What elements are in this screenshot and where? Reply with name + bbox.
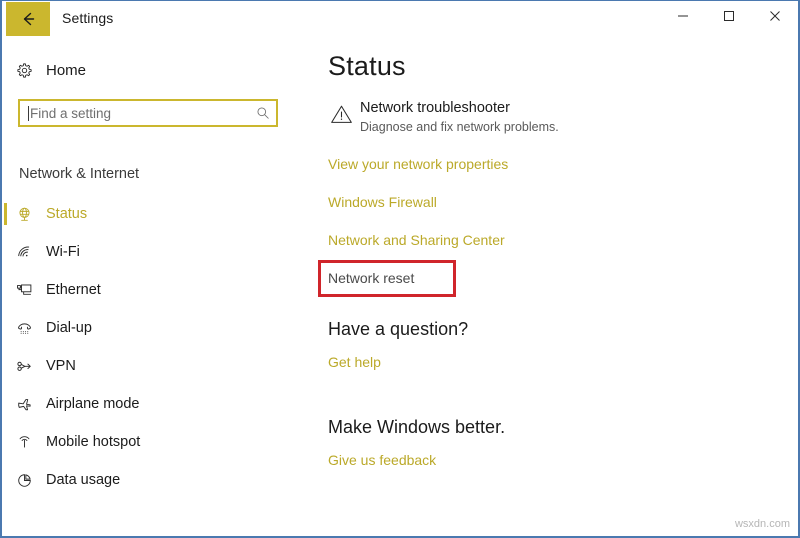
sidebar-item-vpn[interactable]: VPN: [2, 347, 302, 385]
globe-network-icon: [2, 206, 46, 223]
sidebar-item-airplane-mode[interactable]: Airplane mode: [2, 385, 302, 423]
sidebar: Home Network & Internet: [2, 38, 312, 536]
back-arrow-icon: [18, 9, 38, 29]
selection-indicator: [4, 241, 7, 263]
vpn-icon: [2, 358, 46, 375]
link-network-reset[interactable]: Network reset: [328, 270, 414, 286]
network-troubleshooter-text: Network troubleshooter Diagnose and fix …: [360, 98, 559, 136]
sidebar-item-data-usage[interactable]: Data usage: [2, 461, 302, 499]
main-content: Status Network troubleshooter Diagnose a…: [312, 38, 798, 536]
sidebar-item-mobile-hotspot[interactable]: Mobile hotspot: [2, 423, 302, 461]
close-icon: [769, 10, 781, 25]
window-title: Settings: [62, 10, 114, 26]
ethernet-icon: [2, 282, 46, 299]
network-troubleshooter-subtitle: Diagnose and fix network problems.: [360, 120, 559, 134]
back-button[interactable]: [6, 2, 50, 36]
pie-chart-icon: [2, 472, 46, 489]
wifi-icon: [2, 244, 46, 261]
link-network-sharing-center[interactable]: Network and Sharing Center: [328, 232, 505, 248]
section-heading-have-a-question: Have a question?: [328, 319, 469, 339]
sidebar-item-mobile-hotspot-label: Mobile hotspot: [46, 434, 141, 450]
warning-triangle-icon: [322, 98, 360, 127]
sidebar-item-status-label: Status: [46, 206, 88, 222]
link-view-network-properties[interactable]: View your network properties: [328, 156, 508, 172]
sidebar-item-wifi-label: Wi-Fi: [46, 244, 80, 260]
sidebar-item-airplane-mode-label: Airplane mode: [46, 396, 140, 412]
selection-indicator: [4, 431, 7, 453]
sidebar-item-ethernet[interactable]: Ethernet: [2, 271, 302, 309]
hotspot-icon: [2, 434, 46, 451]
sidebar-item-wifi[interactable]: Wi-Fi: [2, 233, 302, 271]
sidebar-section-header: Network & Internet: [19, 166, 140, 182]
settings-window: Settings Home Find a setting Network & I…: [0, 0, 800, 538]
link-windows-firewall[interactable]: Windows Firewall: [328, 194, 437, 210]
close-button[interactable]: [752, 1, 798, 33]
gear-icon: [2, 62, 46, 79]
selection-indicator: [4, 317, 7, 339]
sidebar-nav-list: Status Wi-Fi Ethernet Dial-up VPN Airpla…: [2, 195, 302, 499]
watermark: wsxdn.com: [734, 518, 790, 530]
maximize-icon: [723, 10, 735, 25]
dialup-phone-icon: [2, 320, 46, 337]
maximize-button[interactable]: [706, 1, 752, 33]
sidebar-item-home[interactable]: Home: [2, 55, 292, 85]
selection-indicator: [4, 355, 7, 377]
sidebar-item-data-usage-label: Data usage: [46, 472, 121, 488]
link-give-us-feedback[interactable]: Give us feedback: [328, 452, 436, 468]
search-icon[interactable]: [250, 106, 276, 120]
network-troubleshooter-item[interactable]: Network troubleshooter Diagnose and fix …: [322, 98, 652, 136]
search-box[interactable]: [18, 99, 278, 127]
airplane-icon: [2, 396, 46, 413]
sidebar-item-home-label: Home: [46, 61, 87, 79]
minimize-button[interactable]: [660, 1, 706, 33]
sidebar-item-ethernet-label: Ethernet: [46, 282, 101, 298]
selection-indicator: [4, 469, 7, 491]
sidebar-item-dialup-label: Dial-up: [46, 320, 92, 336]
selection-indicator: [4, 393, 7, 415]
search-input[interactable]: [29, 102, 250, 124]
sidebar-item-dialup[interactable]: Dial-up: [2, 309, 302, 347]
link-get-help[interactable]: Get help: [328, 354, 381, 370]
title-bar: Settings: [2, 1, 798, 38]
network-troubleshooter-title: Network troubleshooter: [360, 100, 510, 116]
page-title: Status: [328, 51, 406, 81]
sidebar-item-vpn-label: VPN: [46, 358, 76, 374]
sidebar-item-status[interactable]: Status: [2, 195, 302, 233]
selection-indicator: [4, 279, 7, 301]
minimize-icon: [677, 10, 689, 25]
section-heading-make-windows-better: Make Windows better.: [328, 417, 506, 437]
selection-indicator: [4, 203, 7, 225]
